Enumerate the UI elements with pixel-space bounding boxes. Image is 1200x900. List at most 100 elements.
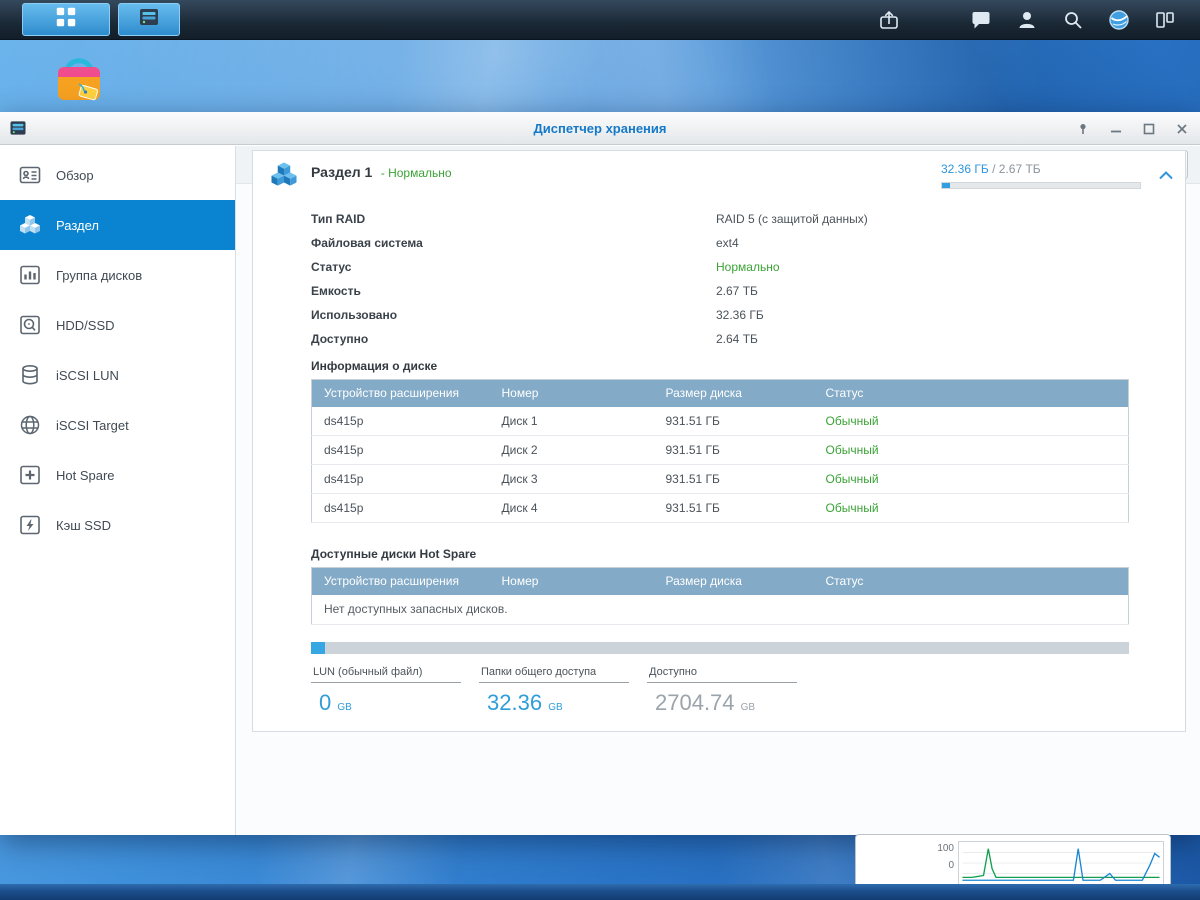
- capacity-legend: LUN (обычный файл) 0 GB Папки общего дос…: [311, 666, 1185, 716]
- upload-icon[interactable]: [874, 5, 904, 35]
- sidebar-item-label: Hot Spare: [56, 468, 115, 483]
- sidebar-item-label: HDD/SSD: [56, 318, 115, 333]
- column-header[interactable]: Устройство расширения: [312, 380, 490, 407]
- detail-row: Емкость2.67 ТБ: [311, 279, 1185, 303]
- disk-cell: ds415p: [312, 407, 490, 436]
- user-icon[interactable]: [1012, 5, 1042, 35]
- legend-value: 2704.74 GB: [647, 690, 797, 716]
- table-row[interactable]: ds415pДиск 1931.51 ГБОбычный: [312, 407, 1129, 436]
- iscsi-target-icon: [18, 413, 42, 437]
- network-line: [962, 849, 1159, 881]
- sidebar-item-ssd-cache[interactable]: Кэш SSD: [0, 500, 235, 550]
- detail-label: Файловая система: [311, 236, 716, 250]
- sidebar: Обзор Раздел: [0, 146, 236, 835]
- usage-summary: 32.36 ГБ / 2.67 ТБ: [941, 162, 1141, 176]
- hdd-ssd-icon: [18, 313, 42, 337]
- legend-item-shared-folders: Папки общего доступа 32.36 GB: [479, 666, 629, 716]
- column-header[interactable]: Устройство расширения: [312, 568, 490, 595]
- column-header[interactable]: Размер диска: [654, 380, 814, 407]
- disk-cell: ds415p: [312, 436, 490, 465]
- storage-manager-task-button[interactable]: [118, 3, 180, 36]
- disk-cell: ds415p: [312, 494, 490, 523]
- legend-value: 32.36 GB: [479, 690, 629, 716]
- sidebar-item-label: Группа дисков: [56, 268, 142, 283]
- detail-row: Доступно2.64 ТБ: [311, 327, 1185, 351]
- sidebar-item-iscsi-lun[interactable]: iSCSI LUN: [0, 350, 235, 400]
- disk-info-title: Информация о диске: [311, 359, 1127, 373]
- storage-manager-app-icon: [137, 5, 161, 34]
- disk-cell: Обычный: [814, 465, 1129, 494]
- widget-y-axis: 100 0: [932, 843, 954, 871]
- table-row[interactable]: ds415pДиск 2931.51 ГБОбычный: [312, 436, 1129, 465]
- window-title: Диспетчер хранения: [0, 121, 1200, 136]
- sidebar-item-label: Кэш SSD: [56, 518, 111, 533]
- capacity-bar-fill: [311, 642, 325, 654]
- hot-spare-title: Доступные диски Hot Spare: [311, 547, 1127, 561]
- used-space: 32.36 ГБ: [941, 162, 989, 176]
- column-header[interactable]: Номер: [490, 380, 654, 407]
- sidebar-item-volume[interactable]: Раздел: [0, 200, 235, 250]
- disk-cell: Диск 4: [490, 494, 654, 523]
- disk-cell: Обычный: [814, 494, 1129, 523]
- y-axis-min: 0: [948, 860, 954, 871]
- legend-label: LUN (обычный файл): [311, 666, 461, 683]
- disk-cell: Обычный: [814, 436, 1129, 465]
- sidebar-item-overview[interactable]: Обзор: [0, 150, 235, 200]
- main-menu-button[interactable]: [22, 3, 110, 36]
- sidebar-item-hdd-ssd[interactable]: HDD/SSD: [0, 300, 235, 350]
- search-icon[interactable]: [1058, 5, 1088, 35]
- detail-label: Статус: [311, 260, 716, 274]
- package-center-icon[interactable]: [50, 50, 108, 106]
- column-header[interactable]: Статус: [814, 568, 1129, 595]
- hot-spare-icon: [18, 463, 42, 487]
- sidebar-item-iscsi-target[interactable]: iSCSI Target: [0, 400, 235, 450]
- taskbar-tray: [874, 5, 1180, 35]
- maximize-icon[interactable]: [1143, 123, 1155, 135]
- sidebar-item-label: Раздел: [56, 218, 99, 233]
- pin-icon[interactable]: [1077, 123, 1089, 135]
- detail-row: СтатусНормально: [311, 255, 1185, 279]
- chat-icon[interactable]: [966, 5, 996, 35]
- table-row[interactable]: ds415pДиск 4931.51 ГБОбычный: [312, 494, 1129, 523]
- minimize-icon[interactable]: [1110, 123, 1122, 135]
- volume-title: Раздел 1: [311, 164, 372, 180]
- volume-details: Тип RAIDRAID 5 (с защитой данных)Файлова…: [311, 207, 1185, 351]
- taskbar: [0, 0, 1200, 40]
- disk-group-icon: [18, 263, 42, 287]
- disk-info-table: Устройство расширенияНомерРазмер дискаСт…: [311, 379, 1129, 523]
- capacity-bar: [311, 642, 1129, 654]
- detail-label: Использовано: [311, 308, 716, 322]
- legend-value: 0 GB: [311, 690, 461, 716]
- detail-row: Тип RAIDRAID 5 (с защитой данных): [311, 207, 1185, 231]
- table-row: Нет доступных запасных дисков.: [312, 595, 1129, 625]
- disk-cell: 931.51 ГБ: [654, 494, 814, 523]
- collapse-chevron-icon[interactable]: [1158, 167, 1174, 185]
- detail-value: 32.36 ГБ: [716, 308, 764, 322]
- column-header[interactable]: Номер: [490, 568, 654, 595]
- disk-table-body: ds415pДиск 1931.51 ГБОбычныйds415pДиск 2…: [312, 407, 1129, 523]
- detail-value: RAID 5 (с защитой данных): [716, 212, 868, 226]
- total-space: / 2.67 ТБ: [992, 162, 1041, 176]
- disk-cell: Диск 1: [490, 407, 654, 436]
- main-menu-icon: [54, 5, 78, 34]
- widgets-icon[interactable]: [1150, 5, 1180, 35]
- volume-panel: Раздел 1 - Нормально 32.36 ГБ / 2.67 ТБ …: [252, 150, 1186, 732]
- window-titlebar[interactable]: Диспетчер хранения: [0, 112, 1200, 145]
- legend-item-available: Доступно 2704.74 GB: [647, 666, 797, 716]
- sidebar-item-disk-group[interactable]: Группа дисков: [0, 250, 235, 300]
- legend-item-lun: LUN (обычный файл) 0 GB: [311, 666, 461, 716]
- sidebar-item-label: Обзор: [56, 168, 94, 183]
- detail-row: Использовано32.36 ГБ: [311, 303, 1185, 327]
- table-row[interactable]: ds415pДиск 3931.51 ГБОбычный: [312, 465, 1129, 494]
- pilot-view-icon[interactable]: [1104, 5, 1134, 35]
- column-header[interactable]: Статус: [814, 380, 1129, 407]
- sidebar-item-hot-spare[interactable]: Hot Spare: [0, 450, 235, 500]
- detail-label: Тип RAID: [311, 212, 716, 226]
- column-header[interactable]: Размер диска: [654, 568, 814, 595]
- detail-label: Доступно: [311, 332, 716, 346]
- detail-value: ext4: [716, 236, 739, 250]
- hot-spare-empty-text: Нет доступных запасных дисков.: [312, 595, 1129, 625]
- close-icon[interactable]: [1176, 123, 1188, 135]
- y-axis-max: 100: [937, 843, 954, 854]
- usage-progress-bar: [941, 182, 1141, 189]
